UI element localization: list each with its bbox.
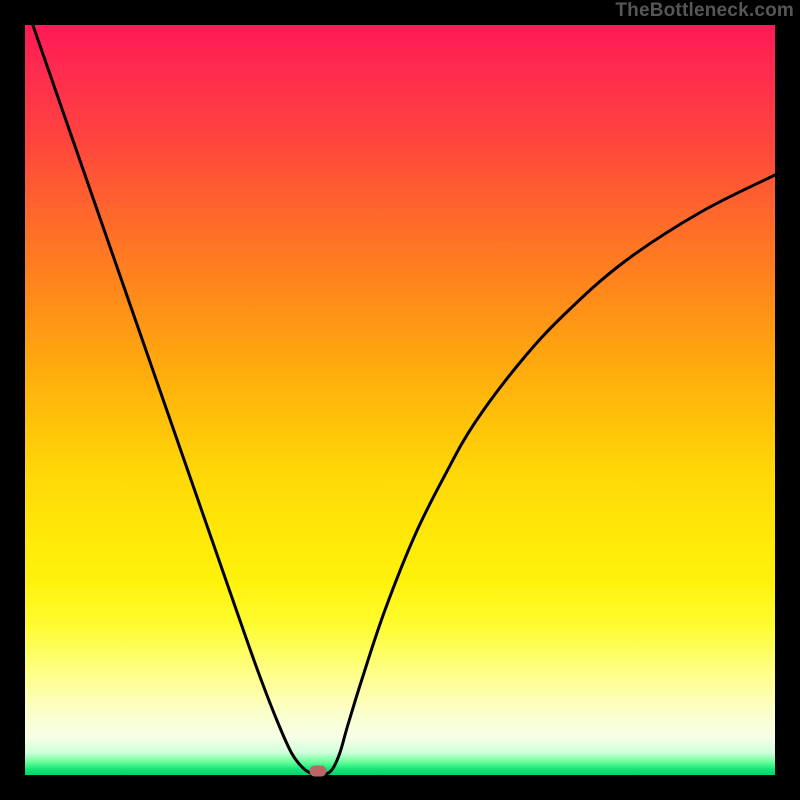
bottleneck-curve	[25, 25, 775, 775]
watermark-text: TheBottleneck.com	[615, 0, 794, 22]
chart-frame: TheBottleneck.com	[0, 0, 800, 800]
optimal-marker	[309, 766, 326, 777]
